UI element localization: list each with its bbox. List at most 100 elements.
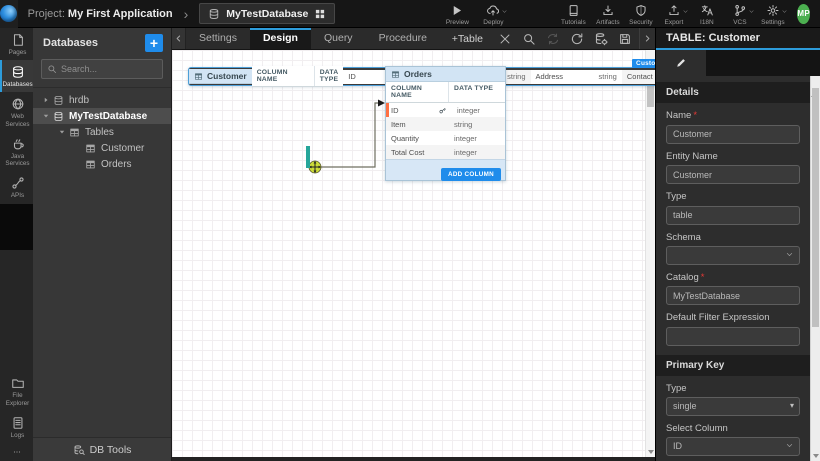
grid-icon <box>314 8 326 20</box>
breadcrumb: Project:My First Application <box>28 8 173 20</box>
security-button[interactable]: Security <box>624 1 657 26</box>
tree-item-hrdb[interactable]: hrdb <box>33 92 171 108</box>
collapse-inspector-button[interactable] <box>639 28 655 49</box>
entity-column-row[interactable]: IDinteger <box>386 103 505 117</box>
field-schema: Schema <box>666 232 800 265</box>
databases-panel: Databases + hrdbMyTestDatabaseTablesCust… <box>33 28 172 461</box>
inspector-scrollbar[interactable] <box>810 76 820 461</box>
project-name[interactable]: My First Application <box>68 8 173 20</box>
entity-column-row[interactable]: Total Costinteger <box>386 145 505 159</box>
tab-query[interactable]: Query <box>311 28 366 49</box>
action-label: Settings <box>761 19 785 26</box>
app-logo[interactable] <box>0 0 18 28</box>
tree-item-mytestdatabase[interactable]: MyTestDatabase <box>33 108 171 124</box>
tab-settings[interactable]: Settings <box>186 28 250 49</box>
schema-select[interactable] <box>666 246 800 265</box>
dbtools-icon <box>73 444 85 456</box>
canvas-vertical-scrollbar[interactable] <box>645 50 655 457</box>
artifacts-button[interactable]: Artifacts <box>591 1 624 26</box>
expand-right-icon <box>643 34 652 43</box>
column-name: Total Cost <box>386 148 449 157</box>
sidebar-item-pages[interactable]: Pages <box>0 28 33 60</box>
sidebar-item-web-services[interactable]: Web Services <box>0 92 33 131</box>
logo-icon <box>0 5 17 22</box>
db-tools-button[interactable]: DB Tools <box>33 437 171 461</box>
entity-header[interactable]: Orders <box>386 67 505 82</box>
add-database-button[interactable]: + <box>145 34 163 52</box>
scrollbar-thumb[interactable] <box>812 88 819 327</box>
chevron-down-icon <box>785 441 794 450</box>
save-icon <box>618 32 632 46</box>
rail-item-label: Pages <box>9 49 27 56</box>
tab-design[interactable]: Design <box>250 28 311 49</box>
tab-procedure[interactable]: Procedure <box>366 28 440 49</box>
logs-icon <box>11 416 25 430</box>
field-label: Schema <box>666 232 800 243</box>
column-header: DATA TYPE <box>315 66 344 86</box>
tree-item-customer[interactable]: Customer <box>33 140 171 156</box>
scroll-down-arrow-icon[interactable] <box>813 454 819 458</box>
tree-item-tables[interactable]: Tables <box>33 124 171 140</box>
type-field[interactable] <box>666 206 800 225</box>
connector-endpoint[interactable] <box>309 161 321 173</box>
entity-header[interactable]: Customer <box>189 69 252 84</box>
column-name: Contact <box>622 72 655 81</box>
rail-item-label: APIs <box>11 192 24 199</box>
add-table-button[interactable]: +Table <box>452 33 483 45</box>
more-options-button[interactable] <box>10 448 24 456</box>
entity-column-row[interactable]: Contactinteger <box>622 70 655 84</box>
tree-item-label: hrdb <box>69 95 89 106</box>
preview-button[interactable]: Preview <box>439 1 475 26</box>
avatar[interactable]: MP <box>797 4 810 24</box>
sidebar-item-apis[interactable]: APIs <box>0 171 33 203</box>
vcs-button[interactable]: VCS <box>723 1 756 26</box>
close-button[interactable] <box>495 28 515 49</box>
edit-tab[interactable] <box>656 50 706 76</box>
canvas-tools <box>495 28 639 49</box>
deploy-button[interactable]: Deploy <box>475 1 511 26</box>
entity-column-row[interactable]: Addressstring <box>531 70 622 84</box>
tree-item-orders[interactable]: Orders <box>33 156 171 172</box>
entity-name-field[interactable] <box>666 165 800 184</box>
db-settings-button[interactable] <box>591 28 611 49</box>
tutorials-button[interactable]: Tutorials <box>555 1 591 26</box>
breadcrumb-chevron-icon: › <box>184 7 189 21</box>
select-column-select[interactable]: ID <box>666 437 800 456</box>
database-icon <box>208 8 220 20</box>
add-column-button[interactable]: ADD COLUMN <box>441 168 501 181</box>
export-button[interactable]: Export <box>657 1 690 26</box>
type-select[interactable]: single▾ <box>666 397 800 416</box>
action-label: Preview <box>446 19 469 26</box>
sidebar-item-file-explorer[interactable]: File Explorer <box>0 371 33 410</box>
refresh-button[interactable] <box>567 28 587 49</box>
default-filter-expression-field[interactable] <box>666 327 800 346</box>
workspace-switcher[interactable]: MyTestDatabase <box>199 3 335 24</box>
search-input[interactable] <box>61 64 157 74</box>
search-button[interactable] <box>519 28 539 49</box>
sidebar-item-java-services[interactable]: Java Services <box>0 132 33 171</box>
i18n-button[interactable]: I18N <box>690 1 723 26</box>
entity-column-row[interactable]: Itemstring <box>386 117 505 131</box>
scroll-down-arrow-icon[interactable] <box>648 450 654 454</box>
chevron-down-icon <box>785 250 794 259</box>
sidebar-item-logs[interactable]: Logs <box>0 411 33 443</box>
settings-button[interactable]: Settings <box>756 1 789 26</box>
column-name: Address <box>531 72 594 81</box>
entity-orders[interactable]: OrdersCOLUMN NAMEDATA TYPEIDintegerItems… <box>385 66 506 181</box>
catalog-field[interactable] <box>666 286 800 305</box>
design-canvas[interactable]: CustomerCustomerCOLUMN NAMEDATA TYPEIDin… <box>172 50 655 461</box>
caret-down-icon[interactable] <box>57 128 67 136</box>
search-box[interactable] <box>41 59 163 79</box>
entity-column-row[interactable]: Quantityinteger <box>386 131 505 145</box>
pencil-icon <box>675 57 687 69</box>
caret-right-icon[interactable] <box>41 96 51 104</box>
caret-down-icon[interactable] <box>41 112 51 120</box>
collapse-left-icon <box>174 34 183 43</box>
collapse-sidebar-button[interactable] <box>172 28 186 49</box>
sidebar-item-databases[interactable]: Databases <box>0 60 33 92</box>
name-field[interactable] <box>666 125 800 144</box>
relationship-handle[interactable] <box>306 146 310 168</box>
inspector-tabs <box>656 50 820 76</box>
save-button[interactable] <box>615 28 635 49</box>
rail-item-label: Java Services <box>3 153 33 167</box>
